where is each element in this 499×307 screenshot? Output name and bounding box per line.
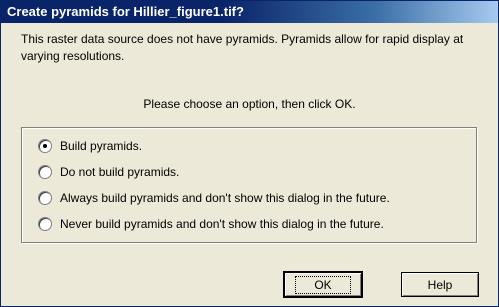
- option-always-build[interactable]: Always build pyramids and don't show thi…: [38, 189, 390, 206]
- dialog-title: Create pyramids for Hillier_figure1.tif?: [1, 1, 498, 23]
- ok-button[interactable]: OK: [283, 271, 363, 298]
- radio-button[interactable]: [38, 164, 52, 179]
- radio-button-selected[interactable]: [38, 138, 52, 153]
- radio-button[interactable]: [38, 216, 52, 231]
- dialog-prompt: Please choose an option, then click OK.: [143, 97, 356, 111]
- option-build-pyramids[interactable]: Build pyramids.: [38, 137, 142, 154]
- radio-button[interactable]: [38, 190, 52, 205]
- option-label: Do not build pyramids.: [60, 164, 180, 179]
- option-never-build[interactable]: Never build pyramids and don't show this…: [38, 215, 384, 232]
- ok-button-label: OK: [295, 275, 351, 294]
- create-pyramids-dialog: Create pyramids for Hillier_figure1.tif?…: [0, 0, 499, 307]
- option-label: Build pyramids.: [60, 138, 143, 153]
- help-button[interactable]: Help: [401, 272, 479, 297]
- help-button-label: Help: [427, 277, 453, 292]
- option-label: Always build pyramids and don't show thi…: [60, 190, 390, 205]
- option-label: Never build pyramids and don't show this…: [60, 216, 384, 231]
- option-do-not-build[interactable]: Do not build pyramids.: [38, 163, 179, 180]
- dialog-description: This raster data source does not have py…: [21, 32, 464, 63]
- options-group: Build pyramids. Do not build pyramids. A…: [21, 127, 477, 243]
